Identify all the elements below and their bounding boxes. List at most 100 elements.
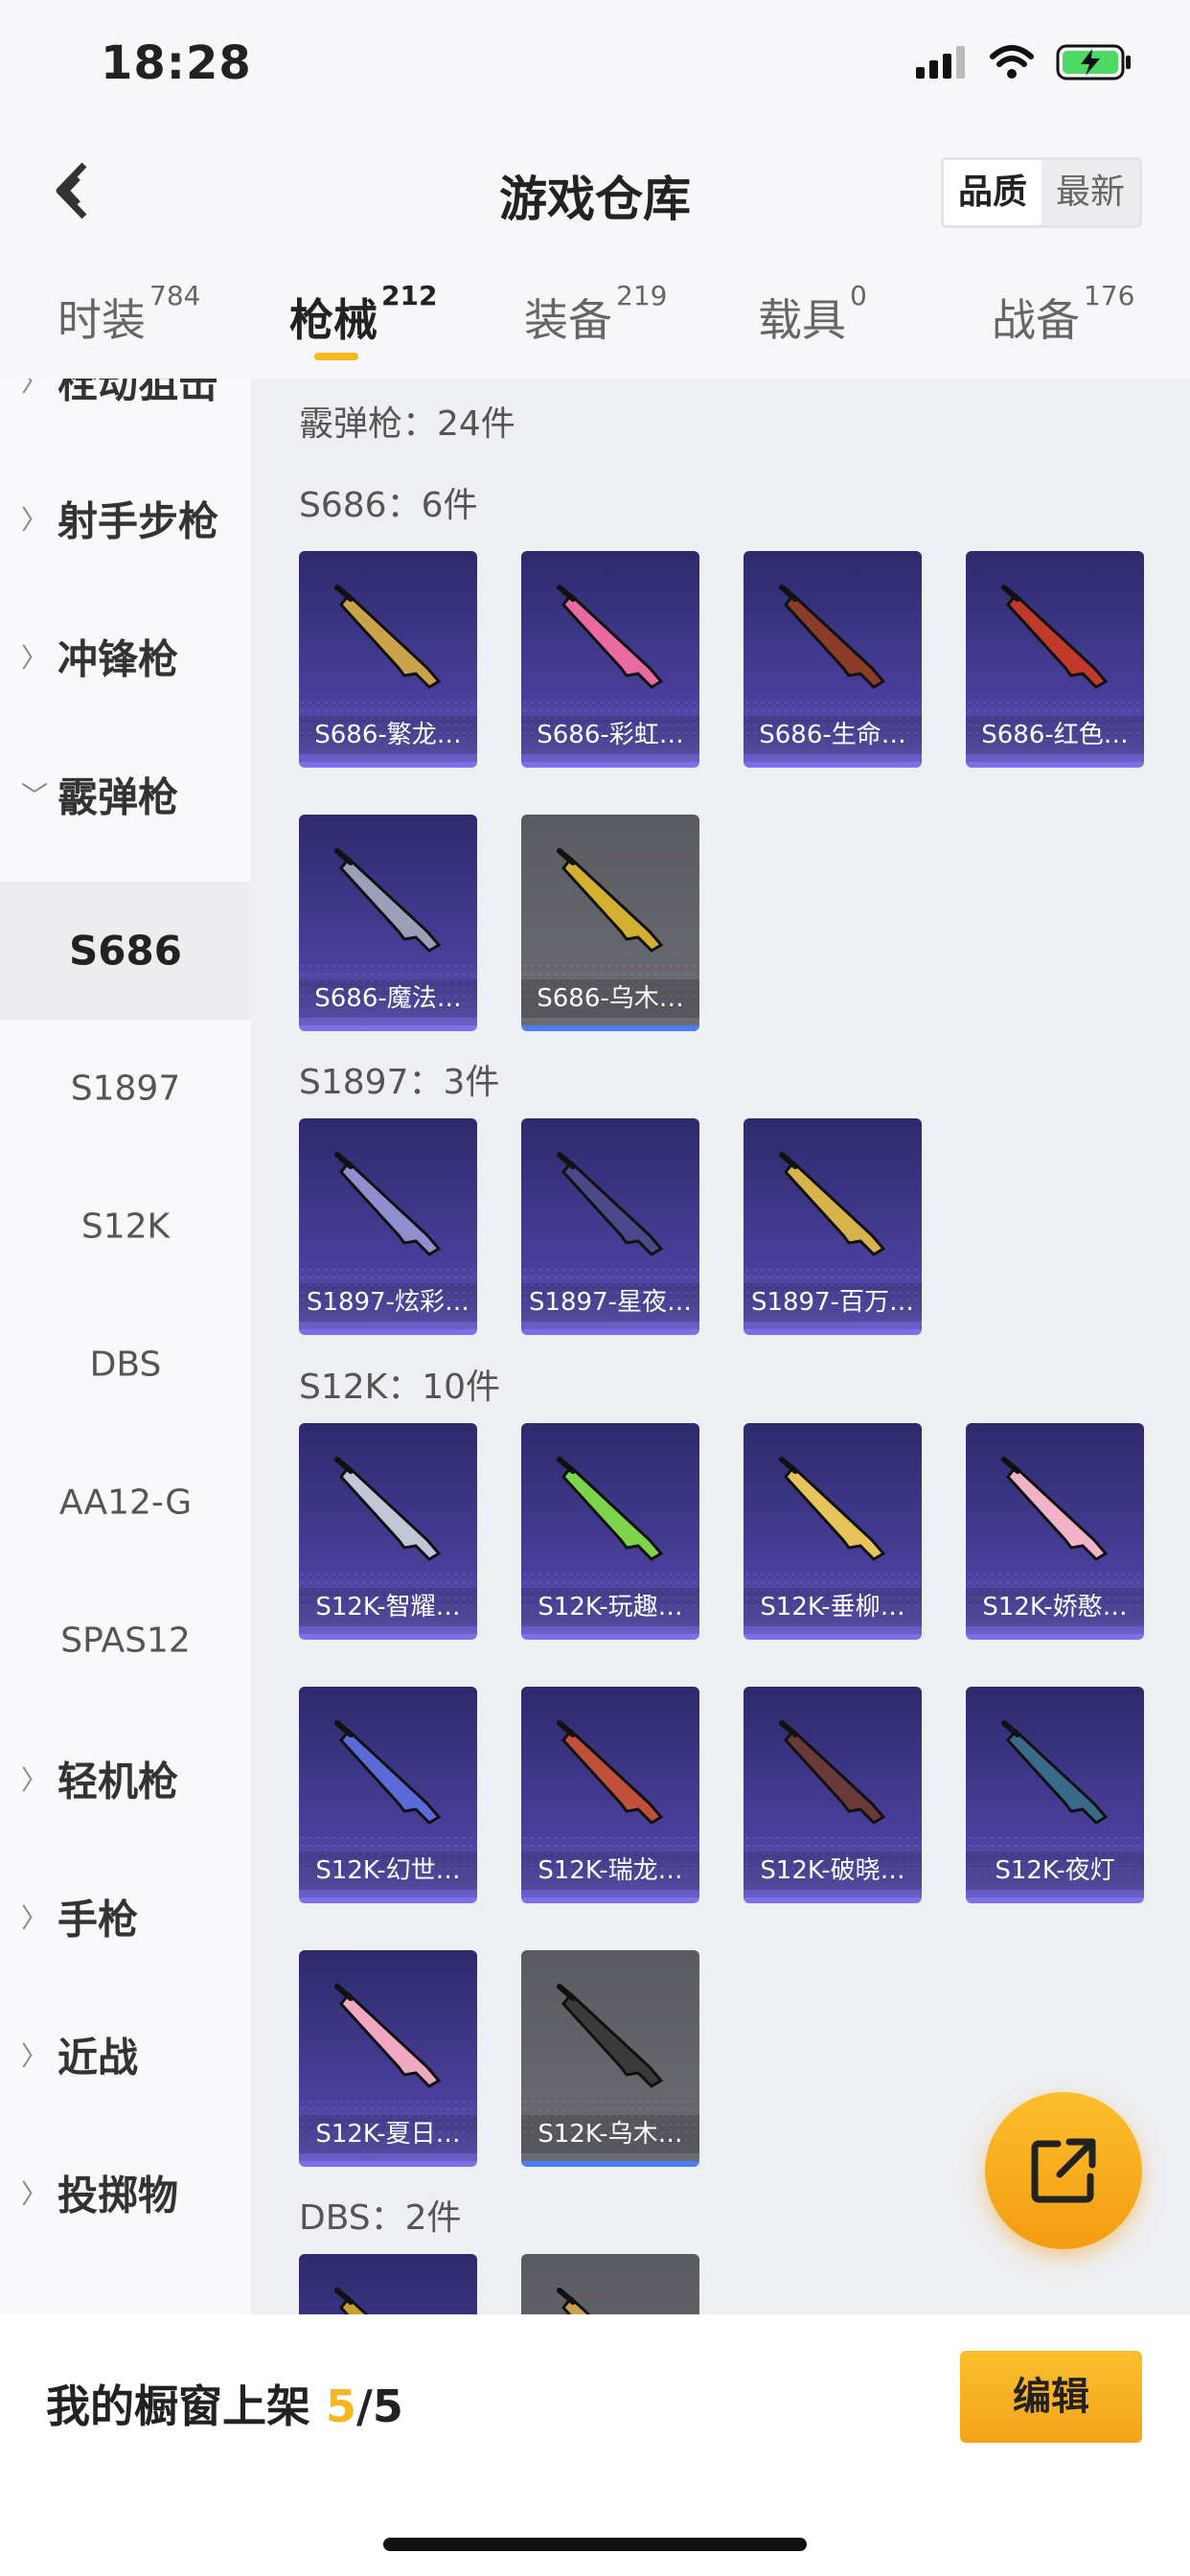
sidebar-subitem-s686[interactable]: S686 bbox=[0, 882, 251, 1020]
item-card[interactable]: S686-生命… bbox=[744, 551, 922, 768]
gun-skin-icon bbox=[1001, 585, 1109, 689]
status-icons bbox=[916, 44, 1133, 80]
group-title-s686: S686：6件 bbox=[299, 486, 478, 525]
tab-equipment[interactable]: 装备 219 bbox=[524, 280, 667, 349]
nav-bar: 游戏仓库 品质 最新 bbox=[0, 134, 1190, 249]
tab-supplies[interactable]: 战备 176 bbox=[992, 280, 1134, 349]
item-name: S686-生命… bbox=[744, 716, 922, 754]
item-card[interactable]: S686-繁龙… bbox=[299, 551, 477, 768]
sidebar-item-lmg[interactable]: 〉 轻机枪 bbox=[0, 1710, 251, 1848]
item-card[interactable]: S12K-幻世… bbox=[299, 1687, 477, 1903]
gun-skin-icon bbox=[334, 1984, 442, 2088]
gun-skin-icon bbox=[779, 585, 886, 689]
sidebar-subitem-spas12[interactable]: SPAS12 bbox=[0, 1572, 251, 1710]
sidebar-item-label: 轻机枪 bbox=[57, 1758, 179, 1806]
gun-skin-icon bbox=[334, 848, 442, 953]
active-tab-indicator bbox=[314, 353, 358, 360]
sort-quality-button[interactable]: 品质 bbox=[943, 160, 1041, 225]
edit-button[interactable]: 编辑 bbox=[960, 2351, 1142, 2443]
item-card[interactable]: S12K-夜灯 bbox=[966, 1687, 1144, 1903]
home-indicator bbox=[383, 2538, 807, 2551]
item-card[interactable]: S12K-瑞龙… bbox=[521, 1687, 699, 1903]
sidebar-subitem-dbs[interactable]: DBS bbox=[0, 1296, 251, 1434]
item-card[interactable]: S686-红色… bbox=[966, 551, 1144, 768]
share-external-icon bbox=[1031, 2138, 1096, 2203]
item-card[interactable]: S1897-百万… bbox=[744, 1118, 922, 1335]
item-name: S1897-星夜… bbox=[521, 1283, 699, 1322]
sidebar-item-label: 栓动狙击 bbox=[57, 379, 219, 407]
sidebar-item-throwable[interactable]: 〉 投掷物 bbox=[0, 2124, 251, 2262]
sidebar-item-smg[interactable]: 〉 冲锋枪 bbox=[0, 587, 251, 725]
sidebar-subitem-s1897[interactable]: S1897 bbox=[0, 1020, 251, 1158]
category-tabs: 时装 784 枪械 212 装备 219 载具 0 战备 176 bbox=[0, 249, 1190, 379]
group-title-s1897: S1897：3件 bbox=[299, 1063, 500, 1102]
chevron-right-icon: 〉 bbox=[21, 1902, 49, 1934]
item-name: S12K-瑞龙… bbox=[521, 1852, 699, 1890]
item-card[interactable]: S12K-垂柳… bbox=[744, 1423, 922, 1640]
sidebar-subitem-s12k[interactable]: S12K bbox=[0, 1158, 251, 1296]
item-name: S686-繁龙… bbox=[299, 716, 477, 754]
gun-skin-icon bbox=[334, 1152, 442, 1256]
gun-skin-icon bbox=[557, 2288, 591, 2314]
group-title-s12k: S12K：10件 bbox=[299, 1368, 501, 1407]
item-card[interactable]: S12K-乌木… bbox=[521, 1950, 699, 2167]
tab-vehicles[interactable]: 载具 0 bbox=[758, 280, 867, 349]
item-name: S12K-垂柳… bbox=[744, 1588, 922, 1626]
sort-latest-button[interactable]: 最新 bbox=[1041, 160, 1139, 225]
item-name: S12K-夜灯 bbox=[966, 1852, 1144, 1890]
tab-label: 载具 bbox=[758, 294, 846, 346]
sidebar-subitem-aa12g[interactable]: AA12-G bbox=[0, 1434, 251, 1572]
sidebar-item-label: 冲锋枪 bbox=[57, 635, 179, 683]
item-card[interactable]: S686-彩虹… bbox=[521, 551, 699, 768]
item-name: S1897-炫彩… bbox=[299, 1283, 477, 1322]
chevron-right-icon: 〉 bbox=[21, 379, 49, 398]
item-name: S12K-智耀… bbox=[299, 1588, 477, 1626]
item-name: S686-魔法… bbox=[299, 979, 477, 1018]
gun-skin-icon bbox=[1001, 1720, 1109, 1825]
sidebar-item-melee[interactable]: 〉 近战 bbox=[0, 1986, 251, 2124]
tab-count: 176 bbox=[1084, 280, 1135, 311]
wifi-icon bbox=[990, 45, 1034, 79]
item-card[interactable]: S1897-炫彩… bbox=[299, 1118, 477, 1335]
gun-skin-icon bbox=[557, 1152, 664, 1256]
gun-skin-icon bbox=[334, 585, 442, 689]
sidebar-subitem-label: S1897 bbox=[70, 1069, 181, 1109]
item-card[interactable]: S686-魔法… bbox=[299, 815, 477, 1031]
gun-skin-icon bbox=[1001, 1457, 1109, 1561]
item-card[interactable]: S686-乌木… bbox=[521, 815, 699, 1031]
chevron-right-icon: 〉 bbox=[21, 2178, 49, 2210]
item-name: S1897-百万… bbox=[744, 1283, 922, 1322]
gun-skin-icon bbox=[779, 1457, 886, 1561]
status-bar: 18:28 bbox=[0, 0, 1190, 134]
tab-guns[interactable]: 枪械 212 bbox=[289, 280, 437, 349]
gun-skin-icon bbox=[557, 585, 664, 689]
tab-fashion[interactable]: 时装 784 bbox=[57, 280, 200, 349]
item-name: S686-乌木… bbox=[521, 979, 699, 1018]
sort-toggle: 品质 最新 bbox=[940, 157, 1142, 228]
item-card[interactable] bbox=[299, 2254, 477, 2314]
item-card[interactable]: S12K-娇憨… bbox=[966, 1423, 1144, 1640]
group-title-dbs: DBS：2件 bbox=[299, 2198, 462, 2238]
item-card[interactable]: S12K-破晓… bbox=[744, 1687, 922, 1903]
sidebar-item-shotgun[interactable]: ﹀ 霰弹枪 bbox=[0, 725, 251, 863]
item-name: S12K-夏日… bbox=[299, 2115, 477, 2153]
gun-skin-icon bbox=[334, 1457, 442, 1561]
item-card[interactable]: S12K-夏日… bbox=[299, 1950, 477, 2167]
item-card[interactable] bbox=[521, 2254, 699, 2314]
category-count-title: 霰弹枪：24件 bbox=[299, 404, 515, 444]
sidebar-item-bolt-sniper[interactable]: 〉 栓动狙击 bbox=[0, 379, 251, 449]
chevron-right-icon: 〉 bbox=[21, 2040, 49, 2072]
sidebar-item-pistol[interactable]: 〉 手枪 bbox=[0, 1848, 251, 1986]
sidebar-subitem-label: SPAS12 bbox=[60, 1621, 191, 1661]
share-floating-button[interactable] bbox=[985, 2092, 1142, 2249]
chevron-down-icon: ﹀ bbox=[21, 780, 49, 812]
item-card[interactable]: S12K-智耀… bbox=[299, 1423, 477, 1640]
sidebar-item-marksman-rifle[interactable]: 〉 射手步枪 bbox=[0, 449, 251, 587]
gun-skin-icon bbox=[557, 1720, 664, 1825]
status-time: 18:28 bbox=[101, 36, 252, 90]
item-card[interactable]: S12K-玩趣… bbox=[521, 1423, 699, 1640]
item-name: S12K-破晓… bbox=[744, 1852, 922, 1890]
gun-skin-icon bbox=[557, 1457, 664, 1561]
item-name: S12K-娇憨… bbox=[966, 1588, 1144, 1626]
item-card[interactable]: S1897-星夜… bbox=[521, 1118, 699, 1335]
